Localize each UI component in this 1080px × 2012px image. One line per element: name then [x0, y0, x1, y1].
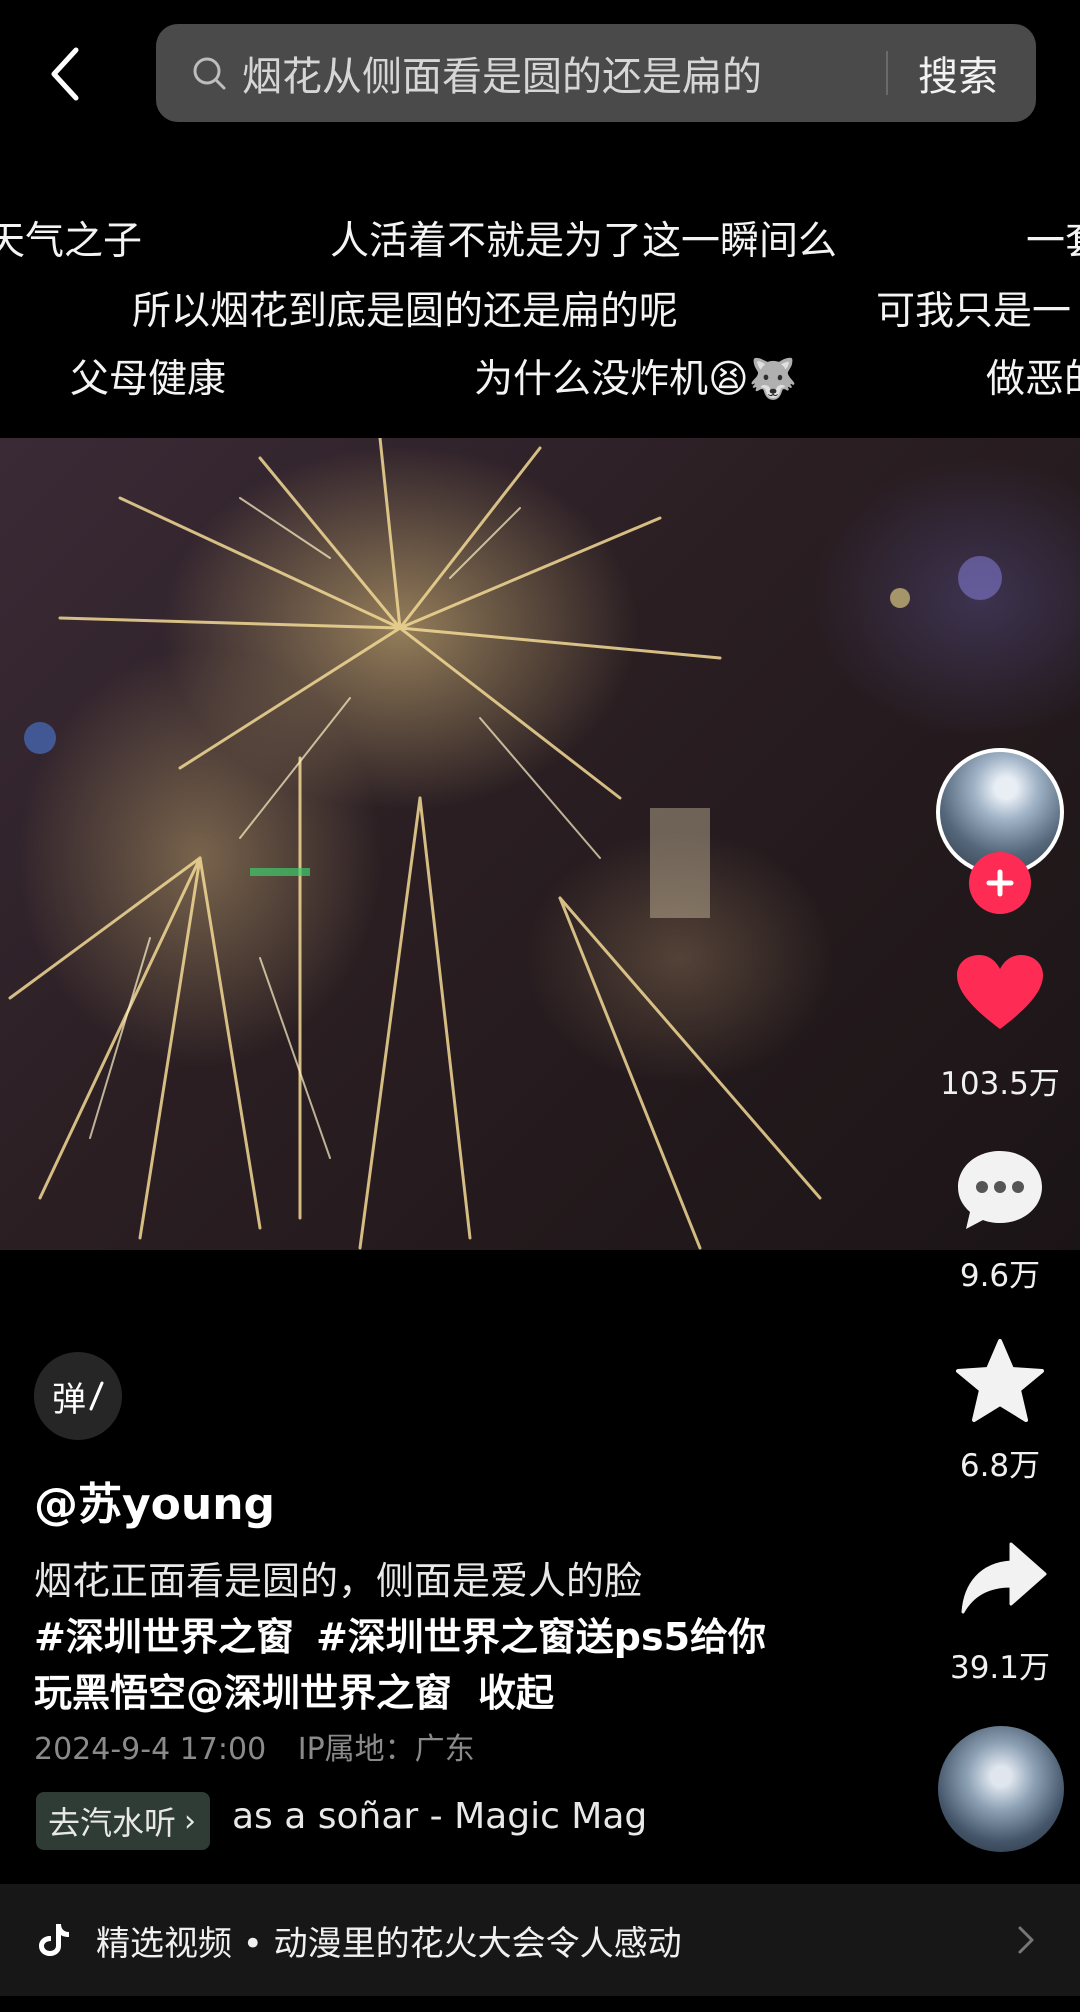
danmaku-item: 天气之子 [0, 219, 143, 264]
post-hashtags: #深圳世界之窗 #深圳世界之窗送ps5给你 [34, 1606, 766, 1661]
share-button[interactable] [956, 1536, 1052, 1620]
share-icon [961, 1542, 1047, 1614]
comment-button[interactable] [952, 1146, 1048, 1234]
back-arrow-icon [51, 47, 79, 101]
post-hashtags-cont: 玩黑悟空@深圳世界之窗 收起 [34, 1662, 554, 1717]
tiktok-logo-icon [39, 1924, 69, 1956]
danmaku-item: 一套 [1026, 219, 1080, 264]
chevron-right-icon [1018, 1926, 1034, 1954]
favorite-count: 6.8万 [959, 1448, 1041, 1484]
heart-icon [957, 955, 1043, 1029]
star-icon [956, 1339, 1044, 1422]
mention-link[interactable]: @深圳世界之窗 [186, 1671, 452, 1715]
related-video-bar[interactable]: 精选视频 • 动漫里的花火大会令人感动 [0, 1884, 1080, 1996]
search-divider [886, 51, 888, 95]
comment-count: 9.6万 [959, 1258, 1041, 1294]
danmaku-item: 可我只是一 [876, 289, 1072, 334]
follow-button[interactable] [969, 852, 1031, 914]
comment-icon [958, 1151, 1042, 1229]
search-bar[interactable]: 烟花从侧面看是圆的还是扁的 搜索 [156, 24, 1036, 122]
post-location: IP属地：广东 [297, 1732, 475, 1767]
post-description: 烟花正面看是圆的，侧面是爱人的脸 [34, 1559, 643, 1603]
danmaku-item: 父母健康 [70, 357, 227, 402]
post-date: 2024-9-4 17:00 [34, 1732, 267, 1767]
like-count: 103.5万 [940, 1066, 1060, 1102]
collapse-button[interactable]: 收起 [478, 1671, 554, 1715]
listen-label: 去汽水听 [48, 1804, 177, 1842]
danmaku-item: 做恶的 [986, 357, 1080, 402]
search-input[interactable]: 烟花从侧面看是圆的还是扁的 [242, 44, 886, 102]
search-button[interactable]: 搜索 [918, 44, 998, 102]
chevron-right-icon: › [184, 1803, 197, 1839]
share-count: 39.1万 [949, 1650, 1051, 1686]
danmaku-item: 为什么没炸机😫🐺 [474, 357, 798, 402]
search-icon [193, 57, 226, 90]
danmaku-toggle-button[interactable]: 弹 [34, 1352, 122, 1440]
video-player[interactable] [0, 438, 1080, 1250]
hashtag-link[interactable]: #深圳世界之窗 [34, 1615, 294, 1659]
danmaku-toggle-label: 弹 [52, 1379, 86, 1420]
toggle-slash-icon [89, 1381, 104, 1411]
back-button[interactable] [40, 44, 90, 104]
hashtag-link-cont[interactable]: 玩黑悟空 [34, 1671, 186, 1715]
like-button[interactable] [952, 950, 1048, 1036]
listen-in-qishui-button[interactable]: 去汽水听 › [36, 1792, 211, 1850]
danmaku-item: 人活着不就是为了这一瞬间么 [330, 219, 838, 264]
danmaku-item: 所以烟花到底是圆的还是扁的呢 [132, 289, 679, 334]
favorite-button[interactable] [952, 1336, 1048, 1426]
music-disc[interactable] [938, 1726, 1064, 1852]
hashtag-link[interactable]: #深圳世界之窗送ps5给你 [316, 1615, 766, 1659]
post-meta: 2024-9-4 17:00 IP属地：广东 [34, 1724, 475, 1768]
related-video-text: 精选视频 • 动漫里的花火大会令人感动 [96, 1923, 682, 1964]
video-screen: 烟花从侧面看是圆的还是扁的 搜索 天气之子 人活着不就是为了这一瞬间么 一套 所… [0, 0, 1080, 2012]
fireworks-image [8, 438, 1002, 1250]
plus-icon [986, 869, 1014, 897]
music-title[interactable]: as a soñar - Magic Mag [232, 1796, 664, 1837]
author-username[interactable]: @苏young [34, 1468, 275, 1532]
